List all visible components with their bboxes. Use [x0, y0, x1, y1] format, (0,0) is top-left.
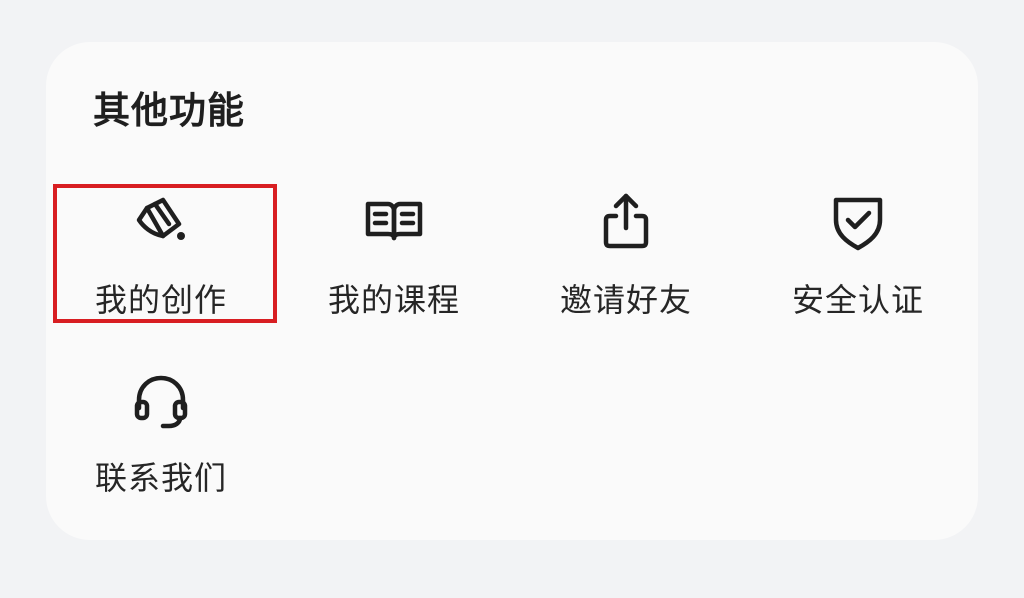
section-title: 其他功能	[93, 89, 245, 132]
menu-item-label: 安全认证	[791, 281, 924, 319]
menu-item-label: 我的课程	[327, 281, 460, 319]
highlight-box	[53, 184, 277, 323]
menu-item-label: 联系我们	[94, 459, 227, 497]
menu-item-security-verification[interactable]: 安全认证	[758, 190, 958, 350]
menu-item-contact-us[interactable]: 联系我们	[61, 368, 261, 528]
shield-check-icon	[826, 190, 890, 254]
share-icon	[594, 190, 658, 254]
headset-icon	[129, 368, 193, 432]
menu-item-label: 邀请好友	[559, 281, 692, 319]
menu-item-my-courses[interactable]: 我的课程	[294, 190, 494, 350]
open-book-icon	[362, 190, 426, 254]
menu-item-invite-friends[interactable]: 邀请好友	[526, 190, 726, 350]
